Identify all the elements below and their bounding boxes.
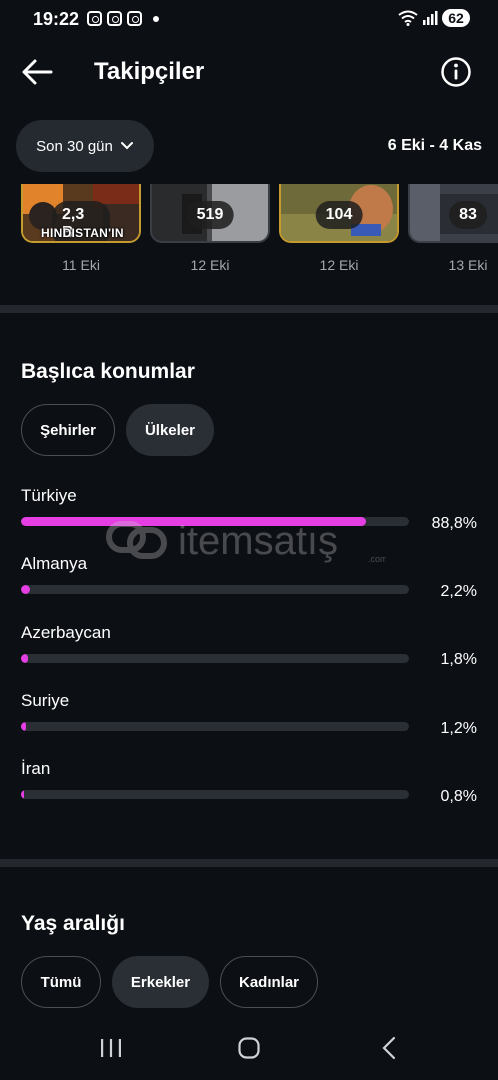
chevron-down-icon xyxy=(120,142,133,150)
location-name: Almanya xyxy=(21,554,88,573)
nav-back-icon[interactable] xyxy=(381,1036,397,1060)
location-bar xyxy=(21,585,409,594)
thumbnail-caption: HINDISTAN'IN xyxy=(41,226,124,240)
info-button[interactable] xyxy=(440,56,472,88)
arrow-left-icon xyxy=(22,59,53,85)
tab-countries[interactable]: Ülkeler xyxy=(126,404,214,456)
location-name: İran xyxy=(21,759,51,778)
top-content-strip: 2,3 B HINDISTAN'IN 11 Eki 519 12 Eki 104… xyxy=(0,184,498,284)
period-dropdown[interactable]: Son 30 gün xyxy=(16,120,154,172)
tab-cities[interactable]: Şehirler xyxy=(21,404,115,456)
location-bar xyxy=(21,790,409,799)
content-thumbnail[interactable]: 2,3 B HINDISTAN'IN xyxy=(21,184,141,243)
system-navigation-bar xyxy=(0,1018,498,1080)
location-bar-fill xyxy=(21,654,28,663)
more-notifications-dot-icon xyxy=(153,15,159,22)
info-icon xyxy=(441,57,471,87)
filter-row: Son 30 gün 6 Eki - 4 Kas xyxy=(0,120,498,174)
thumbnail-date: 11 Eki xyxy=(62,257,100,273)
view-count: 104 xyxy=(315,201,363,229)
locations-title: Başlıca konumlar xyxy=(21,360,195,383)
signal-icon xyxy=(423,11,438,25)
instagram-notification-icon xyxy=(87,11,102,26)
location-bar-fill xyxy=(21,790,25,799)
location-percent: 1,8% xyxy=(440,651,477,668)
location-bar xyxy=(21,517,409,526)
location-percent: 88,8% xyxy=(431,515,477,532)
location-percent: 2,2% xyxy=(440,583,477,600)
system-status: 62 xyxy=(398,9,470,27)
age-range-title: Yaş aralığı xyxy=(21,912,125,935)
back-button[interactable] xyxy=(20,57,54,87)
tab-all[interactable]: Tümü xyxy=(21,956,101,1008)
location-name: Suriye xyxy=(21,691,70,710)
section-divider xyxy=(0,305,498,313)
content-thumbnail[interactable]: 83 xyxy=(408,184,498,243)
recents-icon[interactable] xyxy=(100,1038,122,1058)
location-name: Azerbaycan xyxy=(21,623,111,642)
status-bar: 19:22 62 xyxy=(0,0,498,40)
tab-men[interactable]: Erkekler xyxy=(112,956,209,1008)
wifi-icon xyxy=(398,10,418,26)
view-count: 83 xyxy=(449,201,487,229)
location-bar-fill xyxy=(21,585,30,594)
location-bar-fill xyxy=(21,517,366,526)
thumbnail-date: 13 Eki xyxy=(448,257,488,273)
instagram-notification-icon xyxy=(107,11,122,26)
battery-indicator: 62 xyxy=(442,9,470,27)
status-time: 19:22 xyxy=(33,9,80,29)
thumbnail-date: 12 Eki xyxy=(319,257,359,273)
home-icon[interactable] xyxy=(238,1037,260,1059)
location-name: Türkiye xyxy=(21,486,77,505)
period-label: Son 30 gün xyxy=(36,137,113,155)
page-title: Takipçiler xyxy=(94,58,205,85)
location-bar-fill xyxy=(21,722,26,731)
date-range: 6 Eki - 4 Kas xyxy=(387,137,482,154)
thumbnail-date: 12 Eki xyxy=(190,257,230,273)
notification-icons xyxy=(87,11,159,26)
view-count: 519 xyxy=(186,201,234,229)
location-percent: 1,2% xyxy=(440,720,477,737)
section-divider xyxy=(0,859,498,867)
content-thumbnail[interactable]: 519 xyxy=(150,184,270,243)
location-bar xyxy=(21,722,409,731)
app-header: Takipçiler xyxy=(0,48,498,98)
watermark-domain: .com xyxy=(368,554,386,564)
tab-women[interactable]: Kadınlar xyxy=(220,956,318,1008)
instagram-notification-icon xyxy=(127,11,142,26)
location-percent: 0,8% xyxy=(440,788,477,805)
content-thumbnail[interactable]: 104 xyxy=(279,184,399,243)
location-bar xyxy=(21,654,409,663)
